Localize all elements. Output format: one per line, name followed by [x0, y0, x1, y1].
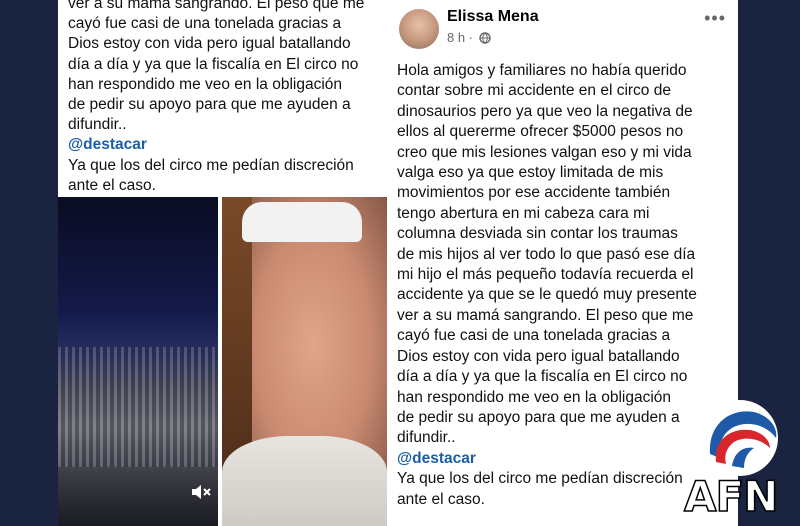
post-line: accidente ya que se le quedó muy present…: [397, 286, 697, 304]
post-line: de mis hijos al ver todo lo que pasó ese…: [397, 245, 696, 263]
neck-collar-shape: [222, 436, 387, 526]
afn-watermark: AFN: [683, 471, 779, 522]
post-line: ante el caso.: [68, 176, 156, 194]
post-line: han respondido me veo en la obligación: [68, 75, 343, 93]
speaker-mute-icon[interactable]: [190, 483, 212, 501]
post-line: dinosaurios pero ya que veo la negativa …: [397, 102, 693, 120]
post-line: Dios estoy con vida pero igual batalland…: [397, 347, 680, 365]
more-options-icon[interactable]: •••: [704, 8, 726, 29]
post-line: ver a su mamá sangrando. El peso que me: [68, 0, 365, 12]
post-line: Hola amigos y familiares no había querid…: [397, 62, 687, 79]
time-label[interactable]: 8 h ·: [447, 30, 473, 45]
injury-photo[interactable]: [222, 197, 387, 526]
post-line: ver a su mamá sangrando. El peso que me: [397, 306, 694, 324]
globe-icon: [479, 31, 491, 44]
concert-video-thumbnail[interactable]: [58, 197, 218, 526]
crowd-image: [58, 347, 218, 467]
post-line: columna desviada sin contar los traumas: [397, 225, 678, 243]
avatar[interactable]: [399, 9, 439, 49]
post-line: ellos al quererme ofrecer $5000 pesos no: [397, 123, 684, 141]
post-line: cayó fue casi de una tonelada gracias a: [397, 327, 671, 345]
post-timestamp: 8 h ·: [447, 30, 491, 45]
post-line: movimientos por ese accidente también: [397, 184, 671, 202]
post-line: tengo abertura en mi cabeza cara mi: [397, 204, 650, 222]
left-post-body: ver a su mamá sangrando. El peso que me …: [68, 0, 380, 196]
post-line: creo que mis lesiones valgan eso y mi vi…: [397, 143, 692, 161]
post-line: contar sobre mi accidente en el circo de: [397, 82, 671, 100]
head-bandage-shape: [242, 202, 362, 242]
mention-link[interactable]: @destacar: [68, 135, 380, 155]
post-line: día a día y ya que la fiscalía en El cir…: [397, 368, 688, 386]
post-line: valga eso ya que estoy limitada de mis: [397, 164, 664, 182]
post-line: difundir..: [68, 116, 127, 134]
post-line: Ya que los del circo me pedían discreció…: [68, 156, 354, 174]
left-post-screenshot: ver a su mamá sangrando. El peso que me …: [58, 0, 387, 526]
post-line: de pedir su apoyo para que me ayuden a: [68, 96, 351, 114]
post-line: día a día y ya que la fiscalía en El cir…: [68, 55, 359, 73]
post-line: Dios estoy con vida pero igual batalland…: [68, 35, 351, 53]
author-name[interactable]: Elissa Mena: [447, 8, 539, 26]
post-line: cayó fue casi de una tonelada gracias a: [68, 15, 342, 33]
post-line: mi hijo el más pequeño todavía recuerda …: [397, 266, 694, 284]
